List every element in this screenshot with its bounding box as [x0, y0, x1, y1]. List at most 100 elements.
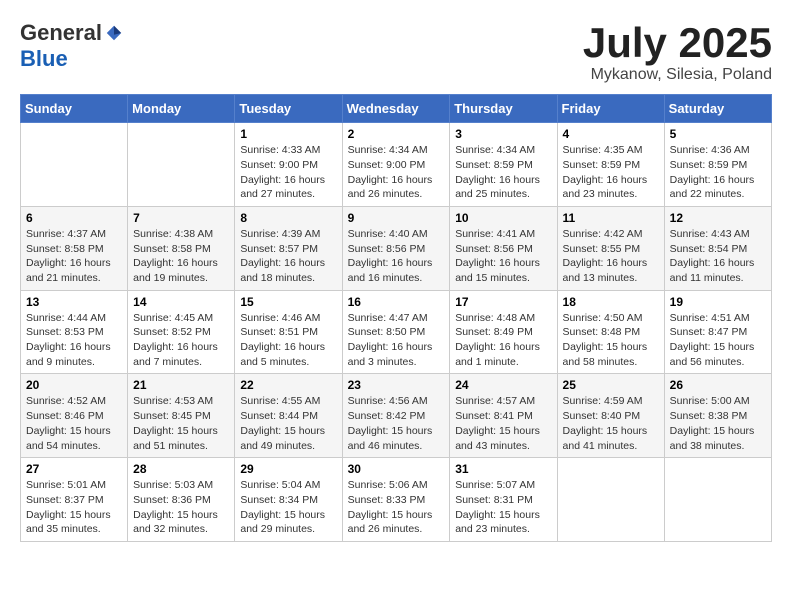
- day-of-week-header: Sunday: [21, 95, 128, 123]
- day-info: Sunrise: 4:46 AM Sunset: 8:51 PM Dayligh…: [240, 311, 336, 370]
- day-number: 31: [455, 462, 551, 476]
- calendar-cell: 8Sunrise: 4:39 AM Sunset: 8:57 PM Daylig…: [235, 206, 342, 290]
- day-number: 16: [348, 295, 445, 309]
- calendar-week-row: 1Sunrise: 4:33 AM Sunset: 9:00 PM Daylig…: [21, 123, 772, 207]
- day-number: 14: [133, 295, 229, 309]
- day-info: Sunrise: 5:04 AM Sunset: 8:34 PM Dayligh…: [240, 478, 336, 537]
- day-info: Sunrise: 4:34 AM Sunset: 8:59 PM Dayligh…: [455, 143, 551, 202]
- day-info: Sunrise: 4:42 AM Sunset: 8:55 PM Dayligh…: [563, 227, 659, 286]
- calendar-cell: 25 Sunrise: 4:59 AM Sunset: 8:40 PM Dayli…: [557, 374, 664, 458]
- day-number: 17: [455, 295, 551, 309]
- calendar-cell: [128, 123, 235, 207]
- calendar-table: SundayMondayTuesdayWednesdayThursdayFrid…: [20, 94, 772, 542]
- day-number: 10: [455, 211, 551, 225]
- day-info: Sunrise: 4:56 AM Sunset: 8:42 PM Dayligh…: [348, 394, 445, 453]
- day-number: 13: [26, 295, 122, 309]
- day-info: Sunrise: 5:03 AM Sunset: 8:36 PM Dayligh…: [133, 478, 229, 537]
- day-of-week-header: Wednesday: [342, 95, 450, 123]
- day-info: Sunrise: 5:00 AM Sunset: 8:38 PM Dayligh…: [670, 394, 766, 453]
- calendar-week-row: 13 Sunrise: 4:44 AM Sunset: 8:53 PM Dayli…: [21, 290, 772, 374]
- day-number: 15: [240, 295, 336, 309]
- day-number: 5: [670, 127, 766, 141]
- calendar-week-row: 6 Sunrise: 4:37 AM Sunset: 8:58 PM Daylig…: [21, 206, 772, 290]
- calendar-cell: 23 Sunrise: 4:56 AM Sunset: 8:42 PM Dayli…: [342, 374, 450, 458]
- day-info: Sunrise: 4:59 AM Sunset: 8:40 PM Dayligh…: [563, 394, 659, 453]
- day-info: Sunrise: 5:01 AM Sunset: 8:37 PM Dayligh…: [26, 478, 122, 537]
- day-number: 19: [670, 295, 766, 309]
- calendar-cell: 3 Sunrise: 4:34 AM Sunset: 8:59 PM Daylig…: [450, 123, 557, 207]
- calendar-cell: 15 Sunrise: 4:46 AM Sunset: 8:51 PM Dayli…: [235, 290, 342, 374]
- day-info: Sunrise: 4:39 AM Sunset: 8:57 PM Dayligh…: [240, 227, 336, 286]
- location-subtitle: Mykanow, Silesia, Poland: [583, 66, 772, 84]
- day-info: Sunrise: 4:40 AM Sunset: 8:56 PM Dayligh…: [348, 227, 445, 286]
- calendar-cell: 2Sunrise: 4:34 AM Sunset: 9:00 PM Daylig…: [342, 123, 450, 207]
- day-number: 22: [240, 378, 336, 392]
- day-number: 1: [240, 127, 336, 141]
- day-of-week-header: Saturday: [664, 95, 771, 123]
- calendar-cell: 21 Sunrise: 4:53 AM Sunset: 8:45 PM Dayli…: [128, 374, 235, 458]
- calendar-cell: 29Sunrise: 5:04 AM Sunset: 8:34 PM Dayli…: [235, 458, 342, 542]
- calendar-week-row: 27 Sunrise: 5:01 AM Sunset: 8:37 PM Dayli…: [21, 458, 772, 542]
- page-header: General Blue July 2025 Mykanow, Silesia,…: [20, 20, 772, 84]
- calendar-cell: 7Sunrise: 4:38 AM Sunset: 8:58 PM Daylig…: [128, 206, 235, 290]
- day-number: 11: [563, 211, 659, 225]
- calendar-cell: [21, 123, 128, 207]
- calendar-cell: 31 Sunrise: 5:07 AM Sunset: 8:31 PM Dayli…: [450, 458, 557, 542]
- calendar-cell: [557, 458, 664, 542]
- calendar-cell: 30 Sunrise: 5:06 AM Sunset: 8:33 PM Dayli…: [342, 458, 450, 542]
- day-number: 6: [26, 211, 122, 225]
- calendar-cell: 14 Sunrise: 4:45 AM Sunset: 8:52 PM Dayli…: [128, 290, 235, 374]
- calendar-cell: 13 Sunrise: 4:44 AM Sunset: 8:53 PM Dayli…: [21, 290, 128, 374]
- day-info: Sunrise: 4:48 AM Sunset: 8:49 PM Dayligh…: [455, 311, 551, 370]
- calendar-cell: 28 Sunrise: 5:03 AM Sunset: 8:36 PM Dayli…: [128, 458, 235, 542]
- day-number: 7: [133, 211, 229, 225]
- calendar-cell: 17 Sunrise: 4:48 AM Sunset: 8:49 PM Dayli…: [450, 290, 557, 374]
- day-number: 4: [563, 127, 659, 141]
- day-number: 27: [26, 462, 122, 476]
- day-number: 9: [348, 211, 445, 225]
- calendar-cell: 4Sunrise: 4:35 AM Sunset: 8:59 PM Daylig…: [557, 123, 664, 207]
- day-number: 23: [348, 378, 445, 392]
- day-number: 20: [26, 378, 122, 392]
- calendar-cell: 10Sunrise: 4:41 AM Sunset: 8:56 PM Dayli…: [450, 206, 557, 290]
- logo-blue-text: Blue: [20, 46, 68, 72]
- day-info: Sunrise: 4:36 AM Sunset: 8:59 PM Dayligh…: [670, 143, 766, 202]
- day-number: 21: [133, 378, 229, 392]
- calendar-cell: 16Sunrise: 4:47 AM Sunset: 8:50 PM Dayli…: [342, 290, 450, 374]
- calendar-cell: 5 Sunrise: 4:36 AM Sunset: 8:59 PM Daylig…: [664, 123, 771, 207]
- day-info: Sunrise: 5:06 AM Sunset: 8:33 PM Dayligh…: [348, 478, 445, 537]
- day-info: Sunrise: 4:55 AM Sunset: 8:44 PM Dayligh…: [240, 394, 336, 453]
- day-info: Sunrise: 5:07 AM Sunset: 8:31 PM Dayligh…: [455, 478, 551, 537]
- day-number: 28: [133, 462, 229, 476]
- day-number: 25: [563, 378, 659, 392]
- logo-general-text: General: [20, 20, 102, 46]
- day-number: 18: [563, 295, 659, 309]
- calendar-cell: 9 Sunrise: 4:40 AM Sunset: 8:56 PM Daylig…: [342, 206, 450, 290]
- day-number: 2: [348, 127, 445, 141]
- day-number: 24: [455, 378, 551, 392]
- day-number: 30: [348, 462, 445, 476]
- day-info: Sunrise: 4:57 AM Sunset: 8:41 PM Dayligh…: [455, 394, 551, 453]
- day-number: 26: [670, 378, 766, 392]
- day-number: 3: [455, 127, 551, 141]
- logo: General Blue: [20, 20, 123, 72]
- calendar-cell: 19 Sunrise: 4:51 AM Sunset: 8:47 PM Dayli…: [664, 290, 771, 374]
- day-info: Sunrise: 4:44 AM Sunset: 8:53 PM Dayligh…: [26, 311, 122, 370]
- day-of-week-header: Thursday: [450, 95, 557, 123]
- logo-icon: [105, 24, 123, 42]
- calendar-cell: 22 Sunrise: 4:55 AM Sunset: 8:44 PM Dayli…: [235, 374, 342, 458]
- day-info: Sunrise: 4:53 AM Sunset: 8:45 PM Dayligh…: [133, 394, 229, 453]
- day-info: Sunrise: 4:51 AM Sunset: 8:47 PM Dayligh…: [670, 311, 766, 370]
- day-of-week-header: Tuesday: [235, 95, 342, 123]
- calendar-header-row: SundayMondayTuesdayWednesdayThursdayFrid…: [21, 95, 772, 123]
- day-of-week-header: Friday: [557, 95, 664, 123]
- calendar-cell: 27 Sunrise: 5:01 AM Sunset: 8:37 PM Dayli…: [21, 458, 128, 542]
- calendar-cell: 24 Sunrise: 4:57 AM Sunset: 8:41 PM Dayli…: [450, 374, 557, 458]
- calendar-cell: 6 Sunrise: 4:37 AM Sunset: 8:58 PM Daylig…: [21, 206, 128, 290]
- calendar-cell: 11 Sunrise: 4:42 AM Sunset: 8:55 PM Dayli…: [557, 206, 664, 290]
- day-info: Sunrise: 4:43 AM Sunset: 8:54 PM Dayligh…: [670, 227, 766, 286]
- day-info: Sunrise: 4:45 AM Sunset: 8:52 PM Dayligh…: [133, 311, 229, 370]
- calendar-cell: [664, 458, 771, 542]
- day-info: Sunrise: 4:37 AM Sunset: 8:58 PM Dayligh…: [26, 227, 122, 286]
- day-info: Sunrise: 4:52 AM Sunset: 8:46 PM Dayligh…: [26, 394, 122, 453]
